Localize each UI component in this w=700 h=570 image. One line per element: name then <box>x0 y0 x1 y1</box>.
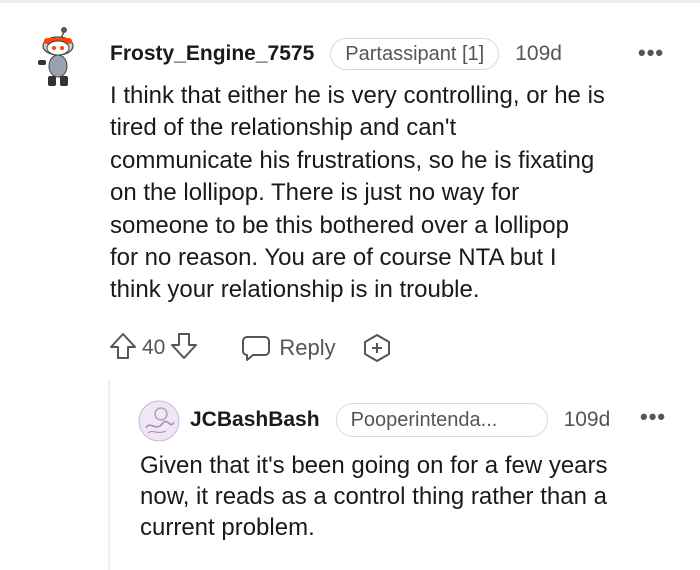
comment-actions: 40 Reply <box>108 330 392 366</box>
reply-username[interactable]: JCBashBash <box>190 408 320 432</box>
user-flair-badge: Partassipant [1] <box>330 38 500 70</box>
reply-icon <box>242 336 271 361</box>
reply-body: Given that it's been going on for a few … <box>140 452 608 541</box>
downvote-icon[interactable] <box>169 331 199 366</box>
award-icon <box>363 334 390 362</box>
reply-button[interactable]: Reply <box>241 334 336 362</box>
reply-label: Reply <box>279 335 336 360</box>
comment-body: I think that either he is very controlli… <box>110 82 605 304</box>
user-avatar-icon[interactable] <box>138 400 180 442</box>
thread-line[interactable] <box>108 380 110 570</box>
comment-header: Frosty_Engine_7575 Partassipant [1] 109d <box>110 36 562 72</box>
more-options-button[interactable]: ••• <box>638 40 664 66</box>
snoo-avatar-icon[interactable] <box>34 26 82 90</box>
top-divider <box>0 0 700 3</box>
upvote-icon[interactable] <box>108 331 138 366</box>
award-button[interactable] <box>362 333 392 363</box>
vote-count: 40 <box>142 336 166 359</box>
more-options-button[interactable]: ••• <box>640 404 666 430</box>
user-flair-badge: Pooperintenda... <box>335 403 548 437</box>
comment-username[interactable]: Frosty_Engine_7575 <box>110 42 314 66</box>
comment-age: 109d <box>515 42 562 65</box>
reply-header: JCBashBash Pooperintenda... 109d <box>190 400 610 440</box>
reply-age: 109d <box>563 408 611 431</box>
